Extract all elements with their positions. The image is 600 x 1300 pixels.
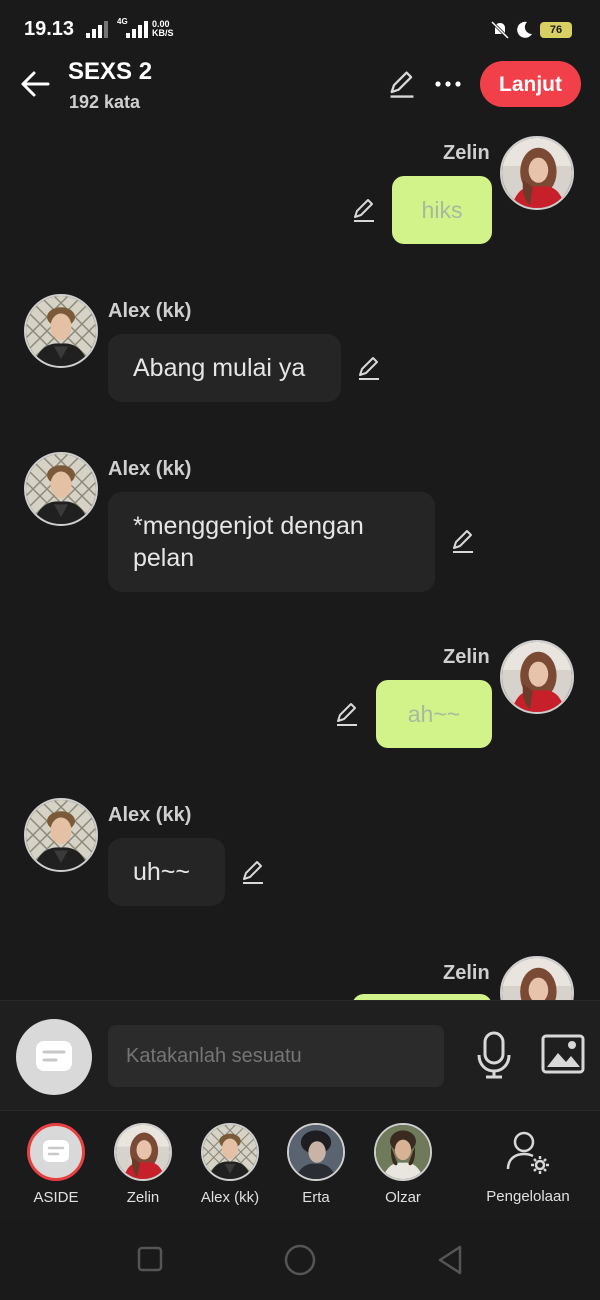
edit-message-icon[interactable] bbox=[239, 858, 267, 886]
word-count: 192 kata bbox=[69, 92, 141, 112]
sender-name: Zelin bbox=[443, 962, 490, 984]
message-bubble[interactable]: ah~~ bbox=[376, 680, 492, 748]
avatar[interactable] bbox=[24, 798, 98, 872]
sender-name: Zelin bbox=[443, 142, 490, 164]
back-arrow-icon[interactable] bbox=[18, 66, 54, 102]
system-nav-bar bbox=[0, 1220, 600, 1300]
aside-button[interactable] bbox=[16, 1019, 92, 1095]
avatar[interactable] bbox=[500, 136, 574, 210]
character-label: ASIDE bbox=[33, 1189, 79, 1206]
character-olzar[interactable]: Olzar bbox=[363, 1111, 443, 1206]
microphone-icon[interactable] bbox=[474, 1031, 514, 1079]
avatar[interactable] bbox=[24, 452, 98, 526]
input-bar bbox=[0, 1000, 600, 1111]
edit-message-icon[interactable] bbox=[355, 354, 383, 382]
sender-name: Alex (kk) bbox=[108, 300, 192, 322]
message-bubble[interactable]: uh~~ bbox=[108, 838, 225, 906]
character-erta[interactable]: Erta bbox=[276, 1111, 356, 1206]
avatar bbox=[201, 1123, 259, 1181]
message-text-line: *menggenjot dengan bbox=[133, 512, 364, 540]
sender-name: Alex (kk) bbox=[108, 804, 192, 826]
signal-icon-2 bbox=[126, 20, 150, 38]
character-label: Pengelolaan bbox=[486, 1188, 570, 1205]
home-icon[interactable] bbox=[284, 1244, 316, 1276]
battery-icon: 76 bbox=[540, 22, 572, 38]
message-text-line: pelan bbox=[133, 544, 195, 572]
chat-messages[interactable]: Zelin hiks Alex (kk) Abang mulai ya Alex… bbox=[0, 122, 600, 1000]
network-speed-unit: KB/S bbox=[152, 28, 174, 38]
character-zelin[interactable]: Zelin bbox=[103, 1111, 183, 1206]
character-label: Zelin bbox=[126, 1189, 160, 1206]
note-icon bbox=[36, 1041, 72, 1071]
character-label: Olzar bbox=[385, 1189, 421, 1206]
back-nav-icon[interactable] bbox=[436, 1244, 464, 1276]
edit-message-icon[interactable] bbox=[333, 700, 361, 728]
character-aside[interactable]: ASIDE bbox=[16, 1111, 96, 1206]
page-title: SEXS 2 bbox=[68, 58, 153, 85]
avatar bbox=[374, 1123, 432, 1181]
message-bubble[interactable]: hiks bbox=[392, 176, 492, 244]
status-time: 19.13 bbox=[24, 18, 75, 40]
character-label: Erta bbox=[302, 1189, 330, 1206]
note-icon bbox=[27, 1123, 85, 1181]
avatar[interactable] bbox=[500, 956, 574, 1000]
recents-icon[interactable] bbox=[137, 1246, 163, 1272]
message-bubble[interactable]: *menggenjot dengan pelan bbox=[108, 492, 435, 592]
edit-message-icon[interactable] bbox=[350, 196, 378, 224]
management-button[interactable]: Pengelolaan bbox=[478, 1111, 578, 1205]
sender-name: Zelin bbox=[443, 646, 490, 668]
mute-icon bbox=[490, 20, 510, 40]
avatar bbox=[287, 1123, 345, 1181]
edit-message-icon[interactable] bbox=[449, 527, 477, 555]
pencil-icon[interactable] bbox=[386, 68, 418, 100]
character-selector: ASIDE Zelin Alex (kk) Erta Olzar Pengelo… bbox=[0, 1110, 600, 1221]
sender-name: Alex (kk) bbox=[108, 458, 192, 480]
avatar bbox=[114, 1123, 172, 1181]
settings-person-icon bbox=[506, 1131, 549, 1174]
chat-header: SEXS 2 192 kata Lanjut bbox=[0, 58, 600, 122]
character-alex[interactable]: Alex (kk) bbox=[190, 1111, 270, 1206]
moon-icon bbox=[517, 21, 532, 38]
image-icon[interactable] bbox=[540, 1033, 586, 1075]
message-bubble[interactable]: Abang mulai ya bbox=[108, 334, 341, 402]
network-speed: 0.00 KB/S bbox=[152, 20, 174, 38]
next-button[interactable]: Lanjut bbox=[480, 61, 581, 107]
character-label: Alex (kk) bbox=[200, 1189, 260, 1206]
signal-icon bbox=[86, 20, 110, 38]
more-icon[interactable] bbox=[432, 68, 464, 100]
avatar[interactable] bbox=[500, 640, 574, 714]
message-input[interactable] bbox=[108, 1025, 444, 1087]
status-bar: 19.13 4G 0.00 KB/S 76 bbox=[0, 0, 600, 60]
avatar[interactable] bbox=[24, 294, 98, 368]
